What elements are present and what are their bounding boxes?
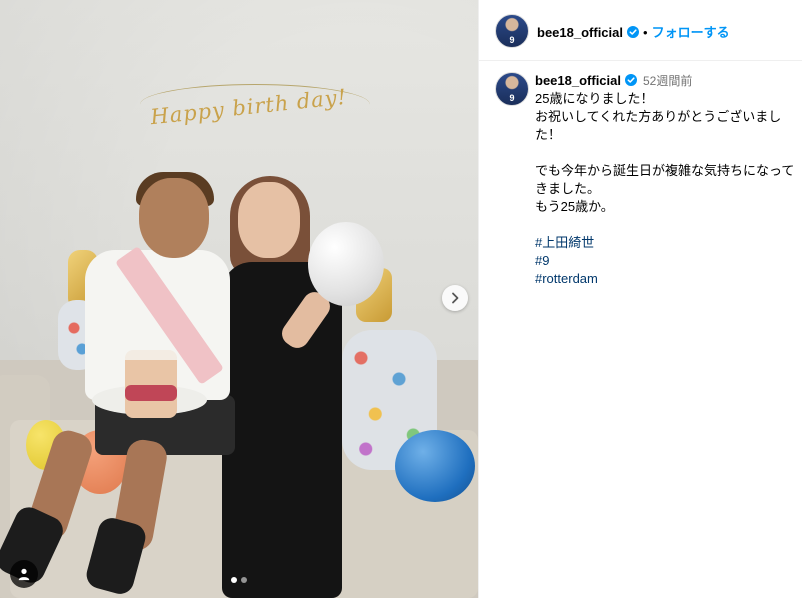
caption-line: お祝いしてくれた方ありがとうございました！ [535, 109, 782, 142]
caption-line: 25歳になりました！ [535, 91, 654, 106]
caption-avatar[interactable]: 9 [495, 72, 529, 106]
post-header: 9 bee18_official • フォローする [479, 0, 802, 61]
carousel-next-button[interactable] [442, 285, 468, 311]
post-timestamp[interactable]: 52週間前 [643, 74, 692, 88]
carousel-dot [231, 577, 237, 583]
verified-badge-icon [625, 74, 637, 86]
hashtag-link[interactable]: #上田綺世 [535, 234, 795, 252]
post-photo[interactable]: Happy birth day! [0, 0, 478, 598]
caption-username[interactable]: bee18_official [535, 73, 621, 88]
carousel-indicator [0, 577, 478, 583]
post-side-panel: 9 bee18_official • フォローする 9 bee18_officia… [479, 0, 802, 598]
hashtag-link[interactable]: #rotterdam [535, 270, 795, 288]
white-balloon [308, 222, 384, 306]
tagged-users-button[interactable] [10, 560, 38, 588]
birthday-cake [125, 350, 177, 418]
verified-badge-icon [627, 26, 639, 38]
carousel-dot [241, 577, 247, 583]
chevron-right-icon [452, 292, 459, 304]
avatar[interactable]: 9 [495, 14, 529, 48]
header-username[interactable]: bee18_official [537, 25, 623, 40]
caption-line: もう25歳か。 [535, 199, 614, 214]
blue-balloon [395, 430, 475, 502]
separator-dot: • [643, 25, 648, 40]
hashtag-link[interactable]: #9 [535, 252, 795, 270]
caption-line: でも今年から誕生日が複雑な気持ちになってきました。 [535, 163, 795, 196]
follow-button[interactable]: フォローする [652, 25, 730, 40]
